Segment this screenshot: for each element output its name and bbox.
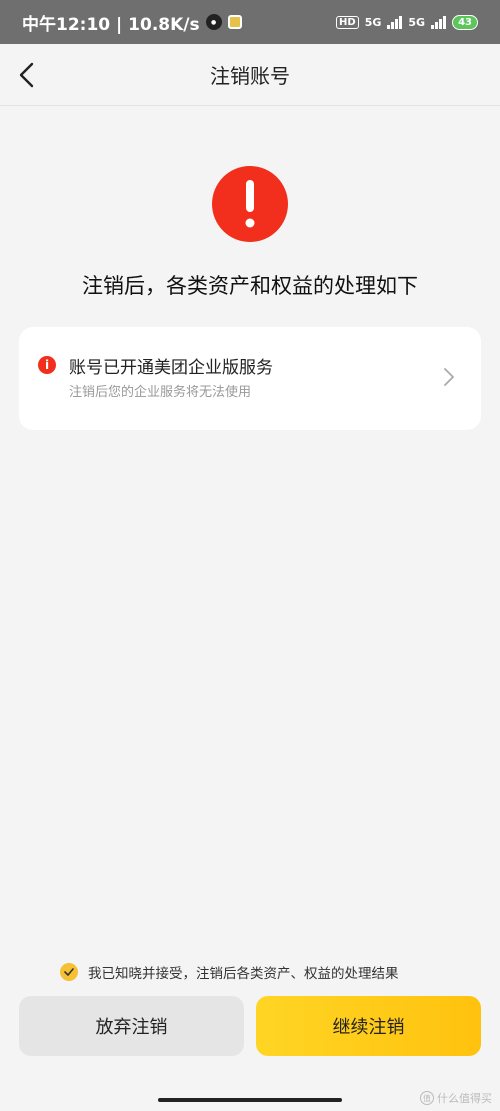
check-icon (64, 968, 74, 976)
enterprise-service-card[interactable]: i 账号已开通美团企业版服务 注销后您的企业服务将无法使用 (19, 327, 481, 430)
status-right: HD 5G 5G 43 (336, 14, 478, 30)
agreement-checkbox[interactable] (60, 963, 78, 981)
nav-bar: 注销账号 (0, 44, 500, 106)
page-title: 注销账号 (210, 64, 290, 88)
signal-icon-2 (431, 15, 447, 29)
watermark-badge: 值 (420, 1091, 434, 1105)
watermark-text: 什么值得买 (437, 1092, 492, 1105)
warning-icon (212, 166, 288, 242)
continue-deletion-button[interactable]: 继续注销 (256, 996, 481, 1056)
abandon-deletion-button[interactable]: 放弃注销 (19, 996, 244, 1056)
signal-icon (387, 15, 403, 29)
coin-notification-icon (227, 15, 242, 29)
agreement-text: 我已知晓并接受，注销后各类资产、权益的处理结果 (88, 966, 399, 982)
watermark: 值 什么值得买 (420, 1090, 492, 1106)
network-type-1: 5G (364, 15, 382, 29)
hd-badge: HD (336, 15, 359, 29)
status-time-speed: 中午12:10 | 10.8K/s (22, 14, 200, 35)
card-title: 账号已开通美团企业版服务 (69, 358, 273, 378)
network-type-2: 5G (408, 15, 426, 29)
battery-level: 43 (458, 16, 472, 28)
back-button[interactable] (10, 58, 42, 92)
chevron-left-icon (19, 62, 34, 88)
info-warning-icon: i (38, 356, 56, 374)
agreement-row: 我已知晓并接受，注销后各类资产、权益的处理结果 (60, 962, 399, 982)
chevron-right-icon (444, 368, 454, 386)
impact-heading: 注销后，各类资产和权益的处理如下 (82, 274, 418, 298)
battery-icon: 43 (452, 14, 478, 30)
status-left: 中午12:10 | 10.8K/s ● (22, 10, 242, 35)
exclamation-icon (245, 180, 255, 228)
home-indicator (158, 1098, 342, 1102)
status-bar: 中午12:10 | 10.8K/s ● HD 5G 5G 43 (0, 0, 500, 44)
app-notification-icon: ● (205, 14, 222, 30)
card-subtitle: 注销后您的企业服务将无法使用 (69, 385, 252, 400)
